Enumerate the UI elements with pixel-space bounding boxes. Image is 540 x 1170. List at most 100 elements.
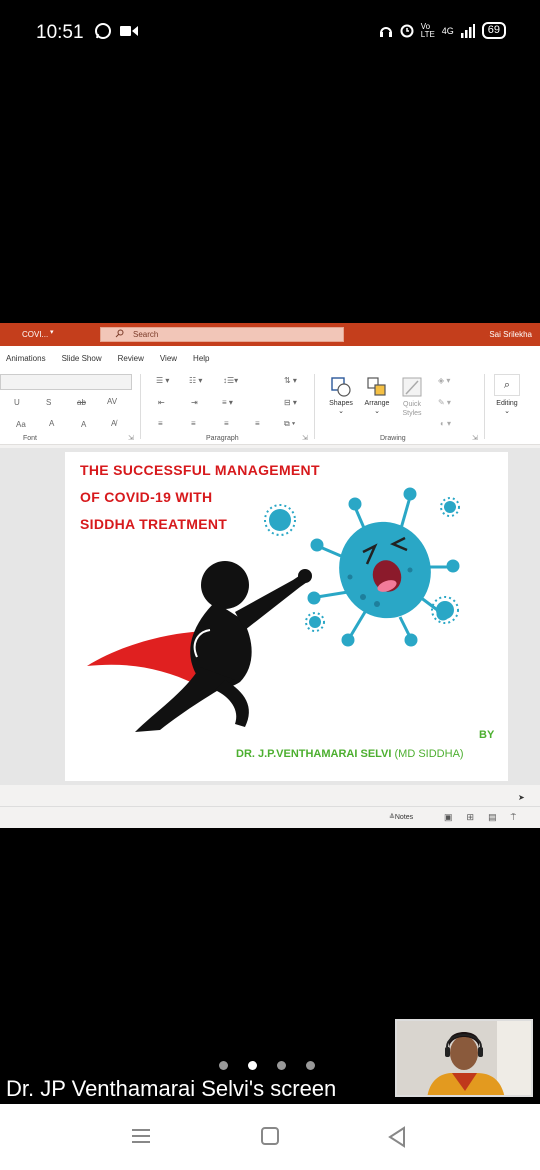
character-spacing-button[interactable]: AV	[107, 397, 117, 406]
arrange-button[interactable]: Arrange ⌄	[360, 376, 394, 415]
android-nav-bar	[0, 1104, 540, 1170]
notes-label: Notes	[394, 814, 414, 821]
increase-indent-icon[interactable]: ⇥	[191, 398, 198, 407]
alarm-icon	[400, 24, 414, 37]
home-icon[interactable]	[260, 1126, 280, 1146]
tab-help[interactable]: Help	[193, 354, 209, 363]
author-degree: (MD SIDDHA)	[394, 748, 464, 760]
shape-effects-icon[interactable]: ◐ ▾	[440, 419, 451, 428]
search-placeholder: Search	[133, 330, 159, 339]
headset-icon	[379, 26, 392, 37]
quick-styles-label: Quick Styles	[402, 401, 422, 417]
align-left-icon[interactable]: ≡	[158, 419, 163, 428]
ribbon: U S ab AV Aa A A A̸ Font ⇲ ☰ ▾ ☷ ▾ ↕☰▾ ⇤…	[0, 370, 540, 445]
search-icon	[115, 329, 124, 338]
paragraph-group-label: Paragraph	[206, 435, 239, 442]
participant-avatar	[397, 1021, 531, 1095]
strikethrough-button[interactable]: S	[46, 398, 51, 407]
search-input[interactable]: Search	[100, 327, 344, 342]
normal-view-icon[interactable]: ▣	[444, 812, 453, 823]
font-dialog-icon[interactable]: ⇲	[128, 434, 134, 442]
shape-fill-icon[interactable]: ◈ ▾	[438, 376, 450, 385]
clear-format-icon[interactable]: A̸	[111, 419, 116, 428]
change-case-button[interactable]: Aa	[16, 420, 26, 429]
ribbon-divider	[140, 374, 141, 439]
ribbon-divider	[484, 374, 485, 439]
font-size-box[interactable]	[0, 374, 132, 390]
page-dot-active[interactable]	[248, 1061, 257, 1070]
align-right-icon[interactable]: ≡	[224, 419, 229, 428]
tab-review[interactable]: Review	[118, 354, 144, 363]
bullets-icon[interactable]: ☰ ▾	[156, 376, 169, 385]
grow-font-button[interactable]: A	[49, 419, 54, 428]
video-call-icon	[120, 26, 138, 36]
line-spacing-icon[interactable]: ↕☰▾	[223, 376, 238, 385]
network-label: 4G	[441, 25, 454, 36]
align-text-icon[interactable]: ⊟ ▾	[284, 398, 297, 407]
status-time: 10:51	[36, 22, 84, 43]
covid-superhero-illustration	[87, 487, 460, 732]
shared-screen-label: Dr. JP Venthamarai Selvi's screen	[6, 1076, 337, 1101]
slide-sorter-icon[interactable]: ⊞	[467, 812, 475, 823]
back-icon[interactable]	[387, 1126, 407, 1148]
slide-canvas[interactable]: THE SUCCESSFUL MANAGEMENT OF COVID-19 WI…	[65, 452, 508, 781]
title-bar: COVI... ▾ Search Sai Srilekha	[0, 323, 540, 346]
arrange-icon	[367, 377, 386, 396]
cursor-icon: ➤	[518, 793, 525, 802]
tab-animations[interactable]: Animations	[6, 354, 46, 363]
ribbon-divider	[314, 374, 315, 439]
chevron-down-icon[interactable]: ▾	[50, 328, 54, 336]
find-icon: ⌕	[494, 374, 520, 396]
notes-button[interactable]: ≙Notes	[389, 813, 413, 821]
ppt-status-bar: ➤ ≙Notes ▣ ⊞ ▤ ⍑	[0, 793, 540, 828]
quick-styles-icon	[402, 377, 422, 397]
chevron-down-icon: ⌄	[338, 408, 344, 415]
drawing-dialog-icon[interactable]: ⇲	[472, 434, 478, 442]
notification-icons	[94, 22, 138, 40]
tab-view[interactable]: View	[160, 354, 177, 363]
editing-label: Editing	[496, 400, 518, 407]
decrease-indent-icon[interactable]: ⇤	[158, 398, 165, 407]
powerpoint-app: COVI... ▾ Search Sai Srilekha Animations…	[0, 323, 540, 828]
whatsapp-icon	[95, 23, 111, 39]
tab-slide-show[interactable]: Slide Show	[62, 354, 102, 363]
slide-workspace: THE SUCCESSFUL MANAGEMENT OF COVID-19 WI…	[0, 448, 540, 785]
document-name[interactable]: COVI...	[22, 330, 48, 339]
columns-icon[interactable]: ≡ ▾	[222, 398, 233, 407]
chevron-down-icon: ⌄	[504, 408, 510, 415]
page-dot[interactable]	[306, 1061, 315, 1070]
page-dot[interactable]	[219, 1061, 228, 1070]
signal-icon	[460, 23, 475, 38]
underline-button[interactable]: U	[14, 398, 20, 407]
reading-view-icon[interactable]: ▤	[488, 812, 497, 823]
recent-apps-icon[interactable]	[130, 1126, 152, 1146]
text-direction-icon[interactable]: ⇅ ▾	[284, 376, 297, 385]
author-name: DR. J.P.VENTHAMARAI SELVI	[236, 748, 392, 760]
arrange-label: Arrange	[364, 400, 390, 407]
shrink-font-button[interactable]: A	[81, 420, 86, 429]
font-group-label: Font	[23, 435, 38, 442]
justify-icon[interactable]: ≡	[255, 419, 260, 428]
slideshow-icon[interactable]: ⍑	[511, 812, 516, 823]
author-line: DR. J.P.VENTHAMARAI SELVI (MD SIDDHA)	[236, 748, 464, 760]
shapes-button[interactable]: Shapes ⌄	[325, 376, 357, 415]
ribbon-tabs: Animations Slide Show Review View Help	[0, 346, 540, 370]
chevron-down-icon: ⌄	[374, 408, 380, 415]
numbering-icon[interactable]: ☷ ▾	[189, 376, 202, 385]
by-label: BY	[479, 729, 495, 741]
status-bar: 10:51 Vo LTE 4G 69	[0, 0, 540, 66]
subscript-button[interactable]: ab	[77, 398, 86, 407]
system-icons: Vo LTE 4G 69	[379, 22, 506, 39]
paragraph-dialog-icon[interactable]: ⇲	[302, 434, 308, 442]
editing-button[interactable]: ⌕ Editing ⌄	[490, 374, 524, 415]
view-switcher: ▣ ⊞ ▤ ⍑	[444, 812, 516, 823]
quick-styles-button[interactable]: Quick Styles	[397, 376, 427, 418]
drawing-group-label: Drawing	[380, 435, 406, 442]
participant-video-thumbnail[interactable]	[395, 1019, 533, 1097]
shape-outline-icon[interactable]: ✎ ▾	[438, 398, 451, 407]
battery-indicator: 69	[481, 22, 506, 39]
user-name[interactable]: Sai Srilekha	[489, 330, 532, 339]
align-center-icon[interactable]: ≡	[191, 419, 196, 428]
page-dot[interactable]	[277, 1061, 286, 1070]
smartart-icon[interactable]: ⧉ ▾	[284, 419, 295, 429]
